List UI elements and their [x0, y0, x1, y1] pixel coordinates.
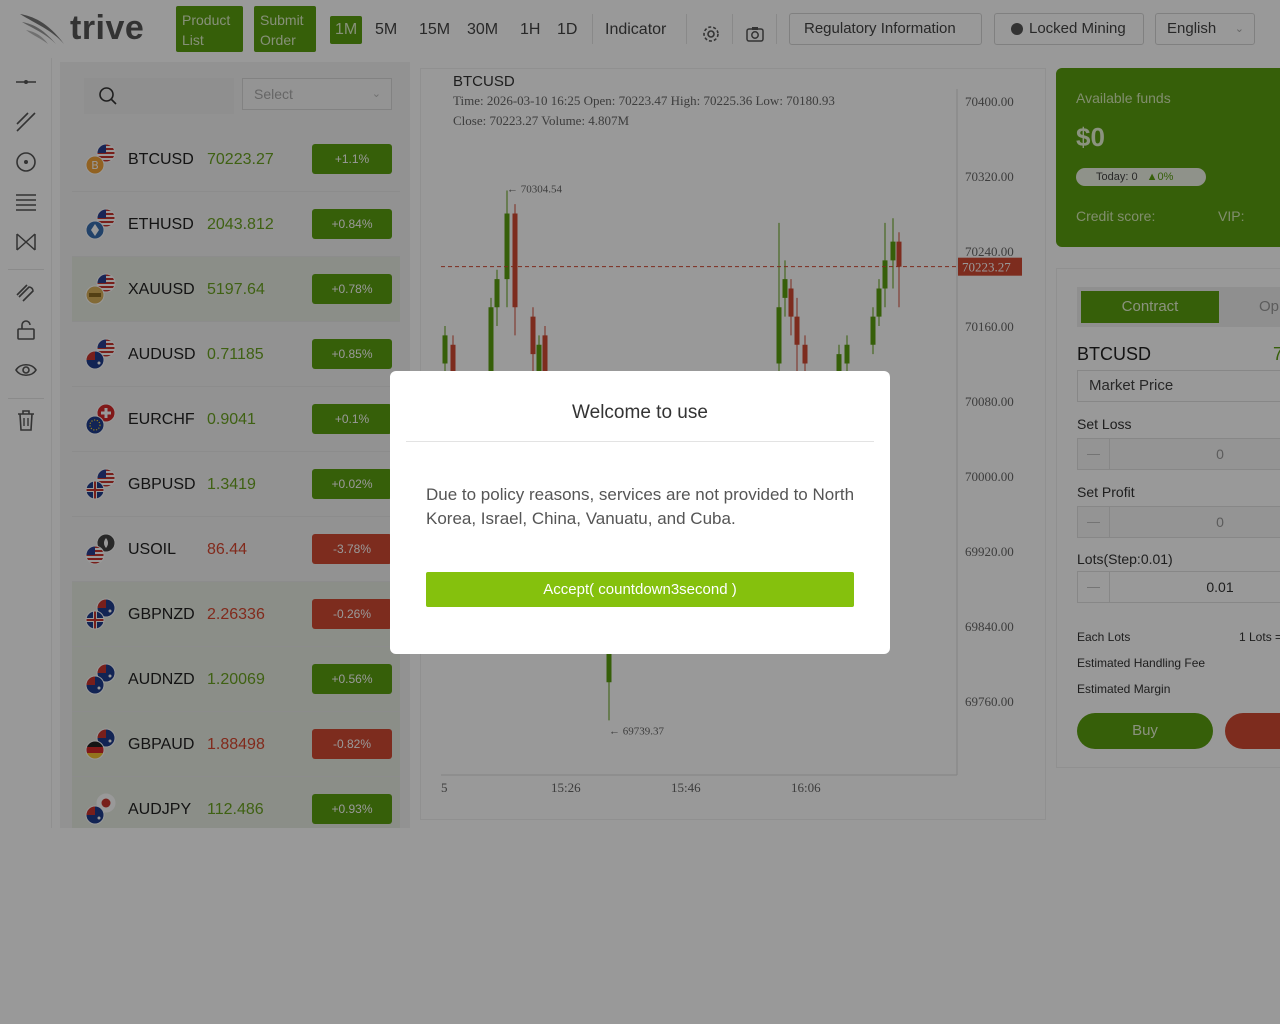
accept-button[interactable]: Accept( countdown3second ) — [426, 572, 854, 607]
modal-divider — [406, 441, 874, 442]
welcome-modal: Welcome to use Due to policy reasons, se… — [390, 371, 890, 654]
trading-app: trive Product List Submit Order 1M 5M 15M 3… — [0, 0, 1280, 1024]
modal-title: Welcome to use — [572, 402, 708, 423]
modal-message: Due to policy reasons, services are not … — [426, 485, 855, 528]
